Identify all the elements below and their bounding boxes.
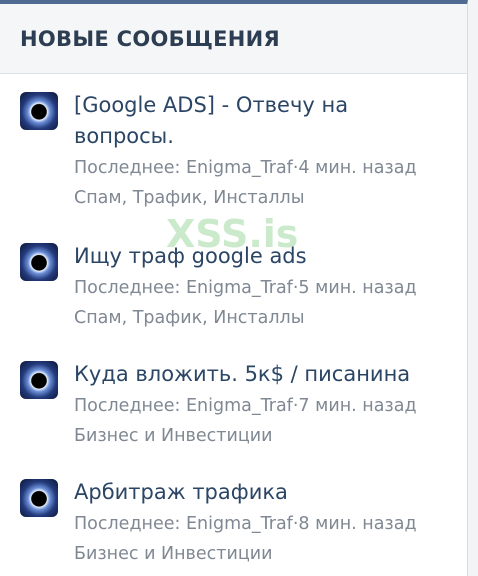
last-post-time-link[interactable]: 5 мин. назад	[298, 278, 416, 298]
last-poster-link[interactable]: Enigma_Traf	[186, 158, 293, 178]
last-poster-link[interactable]: Enigma_Traf	[186, 514, 293, 534]
thread-item: Куда вложить. 5к$ / писанина Последнее: …	[0, 361, 467, 451]
thread-last-post-info: Последнее: Enigma_Traf·8 мин. назад	[74, 510, 417, 539]
last-post-label: Последнее:	[74, 514, 181, 534]
last-post-time-link[interactable]: 8 мин. назад	[298, 514, 416, 534]
thread-title-link[interactable]: Арбитраж трафика	[74, 477, 434, 508]
thread-forum-link[interactable]: Спам, Трафик, Инсталлы	[74, 304, 305, 333]
last-post-label: Последнее:	[74, 278, 181, 298]
thread-forum-link[interactable]: Бизнес и Инвестиции	[74, 540, 272, 569]
user-avatar[interactable]	[20, 361, 58, 399]
last-poster-link[interactable]: Enigma_Traf	[186, 278, 293, 298]
widget-header: НОВЫЕ СООБЩЕНИЯ	[0, 4, 467, 74]
last-post-time-link[interactable]: 4 мин. назад	[298, 158, 416, 178]
last-post-label: Последнее:	[74, 396, 181, 416]
thread-forum-link[interactable]: Спам, Трафик, Инсталлы	[74, 184, 305, 213]
user-avatar[interactable]	[20, 92, 58, 130]
thread-item: [Google ADS] - Отвечу на вопросы. Послед…	[0, 92, 467, 212]
thread-title-link[interactable]: Ищу траф google ads	[74, 241, 434, 272]
thread-forum-link[interactable]: Бизнес и Инвестиции	[74, 422, 272, 451]
last-post-time-link[interactable]: 7 мин. назад	[298, 396, 416, 416]
last-poster-link[interactable]: Enigma_Traf	[186, 396, 293, 416]
thread-item: Ищу траф google ads Последнее: Enigma_Tr…	[0, 243, 467, 333]
page-background-edge	[468, 0, 478, 576]
thread-title-link[interactable]: Куда вложить. 5к$ / писанина	[74, 359, 434, 390]
user-avatar[interactable]	[20, 479, 58, 517]
thread-last-post-info: Последнее: Enigma_Traf·4 мин. назад	[74, 154, 417, 183]
user-avatar[interactable]	[20, 243, 58, 281]
thread-last-post-info: Последнее: Enigma_Traf·5 мин. назад	[74, 274, 417, 303]
last-post-label: Последнее:	[74, 158, 181, 178]
thread-title-link[interactable]: [Google ADS] - Отвечу на вопросы.	[74, 90, 434, 152]
thread-last-post-info: Последнее: Enigma_Traf·7 мин. назад	[74, 392, 417, 421]
thread-item: Арбитраж трафика Последнее: Enigma_Traf·…	[0, 479, 467, 569]
new-posts-widget: НОВЫЕ СООБЩЕНИЯ [Google ADS] - Отвечу на…	[0, 0, 468, 576]
widget-title[interactable]: НОВЫЕ СООБЩЕНИЯ	[20, 27, 280, 51]
